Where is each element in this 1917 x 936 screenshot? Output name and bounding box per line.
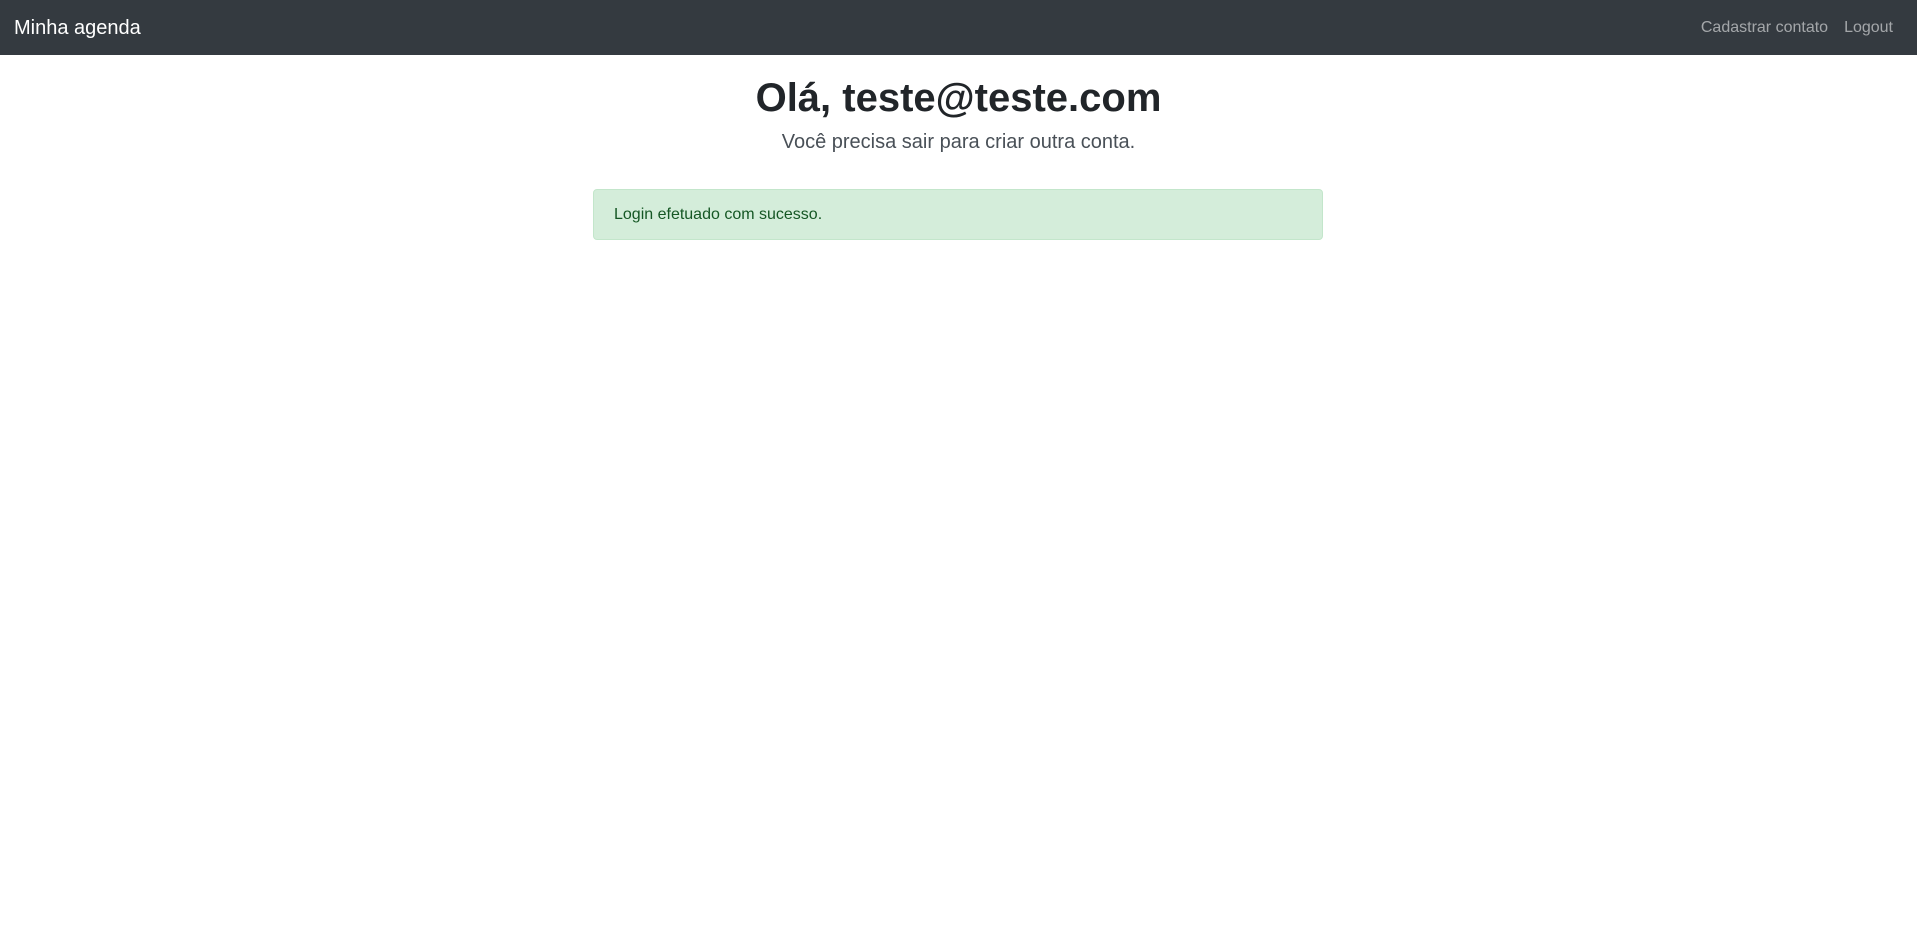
success-alert: Login efetuado com sucesso. xyxy=(593,189,1323,240)
lead-text: Você precisa sair para criar outra conta… xyxy=(781,131,1136,153)
page-title: Olá, teste@teste.com xyxy=(755,76,1162,120)
nav-link-cadastrar-contato[interactable]: Cadastrar contato xyxy=(1701,19,1828,37)
nav-link-logout[interactable]: Logout xyxy=(1844,19,1893,37)
brand-link[interactable]: Minha agenda xyxy=(14,18,141,38)
navbar: Minha agenda Cadastrar contato Logout xyxy=(0,0,1917,55)
nav-links: Cadastrar contato Logout xyxy=(1701,19,1893,37)
alert-message: Login efetuado com sucesso. xyxy=(614,205,823,223)
